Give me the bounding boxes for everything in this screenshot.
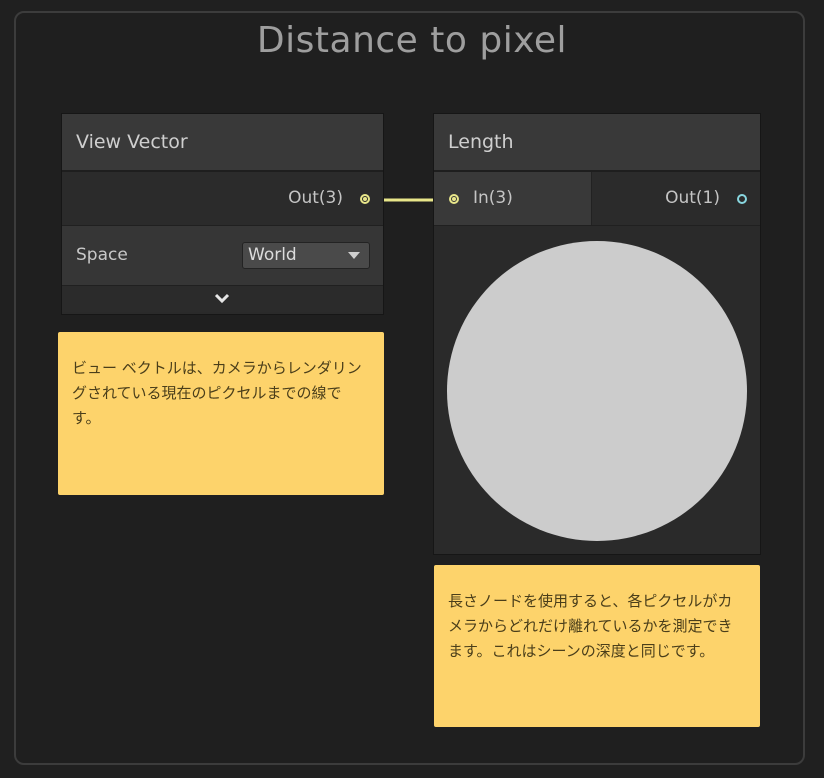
space-dropdown[interactable]: World xyxy=(242,242,370,269)
length-preview xyxy=(434,228,760,554)
view-vector-output-port[interactable] xyxy=(360,194,370,204)
view-vector-output-label: Out(3) xyxy=(288,188,343,208)
length-output-port[interactable] xyxy=(737,194,747,204)
preview-disc xyxy=(447,241,747,541)
length-node[interactable]: Length In(3) Out(1) xyxy=(434,114,760,554)
view-vector-node[interactable]: View Vector Out(3) Space World xyxy=(62,114,383,314)
length-sticky-note[interactable]: 長さノードを使用すると、各ピクセルがカメラからどれだけ離れているかを測定できます… xyxy=(434,565,760,727)
view-vector-output-row: Out(3) xyxy=(62,172,383,226)
space-property-row: Space World xyxy=(62,226,383,286)
expand-toggle[interactable] xyxy=(62,286,383,312)
length-input-cell: In(3) xyxy=(434,172,592,225)
length-port-row: In(3) Out(1) xyxy=(434,172,760,226)
view-vector-sticky-note[interactable]: ビュー ベクトルは、カメラからレンダリングされている現在のピクセルまでの線です。 xyxy=(58,332,384,495)
length-output-label: Out(1) xyxy=(665,188,720,208)
triangle-down-icon xyxy=(348,252,360,259)
length-input-port[interactable] xyxy=(449,194,459,204)
group-title[interactable]: Distance to pixel xyxy=(0,20,824,61)
space-dropdown-value: World xyxy=(248,245,297,265)
view-vector-node-title[interactable]: View Vector xyxy=(62,114,383,172)
chevron-down-icon xyxy=(214,293,230,304)
length-input-label: In(3) xyxy=(473,188,513,208)
space-property-label: Space xyxy=(76,245,128,265)
length-node-title[interactable]: Length xyxy=(434,114,760,172)
